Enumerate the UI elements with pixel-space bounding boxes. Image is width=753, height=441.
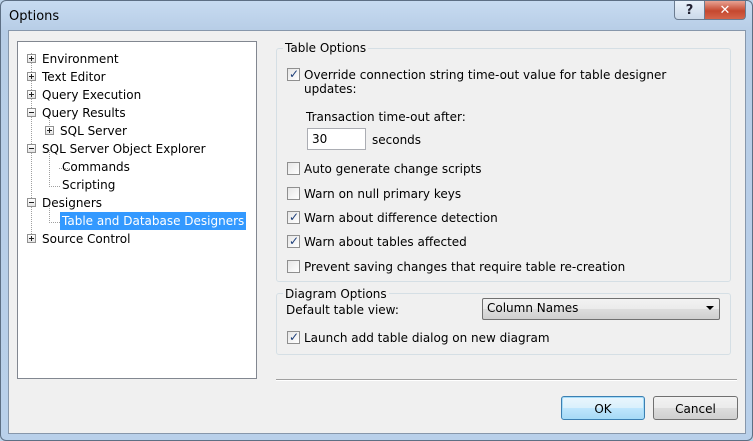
tree-item-environment[interactable]: Environment [18,50,254,68]
options-tree[interactable]: Environment Text Editor Query Execution … [17,41,257,379]
tree-item-designers[interactable]: Designers [18,194,254,212]
dialog-client-area: Environment Text Editor Query Execution … [8,30,746,434]
ok-button[interactable]: OK [561,396,645,420]
help-button[interactable]: ? [674,1,705,20]
tree-item-commands[interactable]: Commands [18,158,254,176]
warn-null-primary-keys-checkbox[interactable] [287,187,300,200]
prevent-saving-changes-checkbox[interactable] [287,260,300,273]
expand-plus-icon[interactable] [45,126,54,135]
close-button[interactable]: ✕ [704,1,746,20]
options-dialog: Options ? ✕ Environment Text Editor Quer… [0,0,753,441]
tree-item-label: Scripting [62,178,116,192]
dropdown-arrow-icon[interactable] [706,306,714,310]
warn-null-primary-keys-label: Warn on null primary keys [304,187,462,201]
tree-item-label: Source Control [42,232,131,246]
transaction-timeout-unit: seconds [372,133,422,147]
launch-add-table-checkbox[interactable] [287,329,300,345]
close-icon: ✕ [719,2,731,18]
tree-item-label: Query Execution [42,88,142,102]
launch-add-table-label: Launch add table dialog on new diagram [304,331,550,345]
tree-item-source-control[interactable]: Source Control [18,230,254,248]
default-table-view-label: Default table view: [286,303,399,317]
expand-plus-icon[interactable] [27,54,36,63]
tree-item-query-results[interactable]: Query Results [18,104,254,122]
override-timeout-label-line1: Override connection string time-out valu… [304,68,667,82]
tree-item-label-selected: Table and Database Designers [60,212,247,230]
help-icon: ? [685,2,694,18]
warn-tables-affected-label: Warn about tables affected [304,235,467,249]
tree-item-label: Designers [42,196,102,210]
window-title: Options [9,9,60,24]
warn-difference-detection-checkbox[interactable] [287,209,300,225]
tree-item-table-and-database-designers[interactable]: Table and Database Designers [18,212,254,230]
tree-item-label: Commands [62,160,130,174]
bottom-separator [276,379,737,381]
tree-item-label: Environment [42,52,119,66]
diagram-options-title: Diagram Options [283,287,389,301]
tree-item-scripting[interactable]: Scripting [18,176,254,194]
tree-item-query-execution[interactable]: Query Execution [18,86,254,104]
tree-item-sql-server[interactable]: SQL Server [18,122,254,140]
tree-item-label: Query Results [42,106,126,120]
default-table-view-dropdown[interactable]: Column Names [482,298,720,320]
transaction-timeout-label: Transaction time-out after: [306,110,466,124]
tree-item-label: SQL Server Object Explorer [42,142,206,156]
transaction-timeout-input[interactable] [307,128,366,150]
expand-plus-icon[interactable] [27,90,36,99]
warn-tables-affected-checkbox[interactable] [287,233,300,249]
auto-generate-scripts-label: Auto generate change scripts [304,162,482,176]
warn-difference-detection-label: Warn about difference detection [304,211,498,225]
tree-item-sql-server-object-explorer[interactable]: SQL Server Object Explorer [18,140,254,158]
override-timeout-label-line2: updates: [304,82,357,96]
expand-plus-icon[interactable] [27,72,36,81]
tree-item-label: SQL Server [60,124,127,138]
tree-item-text-editor[interactable]: Text Editor [18,68,254,86]
override-timeout-checkbox[interactable] [287,66,300,82]
collapse-minus-icon[interactable] [27,108,36,117]
collapse-minus-icon[interactable] [27,198,36,207]
table-options-title: Table Options [283,41,369,55]
title-bar[interactable]: Options ? ✕ [1,1,752,31]
default-table-view-value: Column Names [487,301,579,315]
cancel-button[interactable]: Cancel [653,396,738,420]
tree-item-label: Text Editor [42,70,106,84]
auto-generate-scripts-checkbox[interactable] [287,162,300,175]
expand-plus-icon[interactable] [27,234,36,243]
collapse-minus-icon[interactable] [27,144,36,153]
prevent-saving-changes-label: Prevent saving changes that require tabl… [304,260,626,274]
